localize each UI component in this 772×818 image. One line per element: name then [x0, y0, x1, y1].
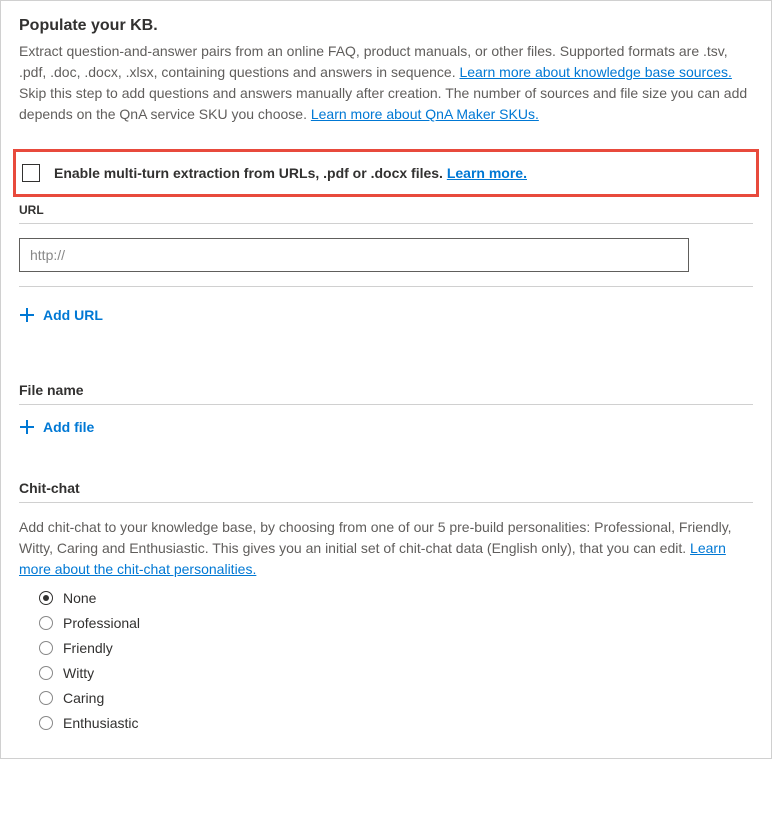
learn-more-multiturn-link[interactable]: Learn more. [447, 165, 527, 181]
add-url-label: Add URL [43, 307, 103, 323]
enable-multiturn-label: Enable multi-turn extraction from URLs, … [54, 165, 527, 181]
panel-description: Extract question-and-answer pairs from a… [19, 41, 753, 125]
radio-button[interactable] [39, 666, 53, 680]
learn-more-sources-link[interactable]: Learn more about knowledge base sources. [459, 64, 731, 80]
add-file-label: Add file [43, 419, 94, 435]
url-section-label: URL [19, 203, 753, 217]
radio-button[interactable] [39, 591, 53, 605]
add-file-button[interactable]: Add file [19, 419, 94, 435]
radio-label: None [63, 590, 96, 606]
chitchat-radio-item[interactable]: Witty [39, 665, 753, 681]
chitchat-divider [19, 502, 753, 503]
chitchat-description: Add chit-chat to your knowledge base, by… [19, 517, 753, 580]
radio-button[interactable] [39, 616, 53, 630]
radio-button[interactable] [39, 641, 53, 655]
learn-more-skus-link[interactable]: Learn more about QnA Maker SKUs. [311, 106, 539, 122]
chitchat-radio-list: None Professional Friendly Witty Caring Enthu… [19, 590, 753, 731]
radio-dot-icon [43, 595, 49, 601]
enable-multiturn-checkbox[interactable] [22, 164, 40, 182]
chitchat-radio-item[interactable]: None [39, 590, 753, 606]
plus-icon [19, 307, 35, 323]
radio-label: Witty [63, 665, 94, 681]
radio-button[interactable] [39, 691, 53, 705]
radio-label: Enthusiastic [63, 715, 138, 731]
chitchat-radio-item[interactable]: Friendly [39, 640, 753, 656]
url-section-divider [19, 223, 753, 224]
multiturn-highlight-box: Enable multi-turn extraction from URLs, … [13, 149, 759, 197]
enable-multiturn-text: Enable multi-turn extraction from URLs, … [54, 165, 447, 181]
chitchat-section: Chit-chat Add chit-chat to your knowledg… [19, 480, 753, 731]
radio-label: Professional [63, 615, 140, 631]
file-section-divider [19, 404, 753, 405]
chitchat-radio-item[interactable]: Caring [39, 690, 753, 706]
url-row-divider [19, 286, 753, 287]
chitchat-heading: Chit-chat [19, 480, 753, 496]
file-section-label: File name [19, 382, 753, 398]
add-url-button[interactable]: Add URL [19, 307, 103, 323]
radio-button[interactable] [39, 716, 53, 730]
chitchat-radio-item[interactable]: Enthusiastic [39, 715, 753, 731]
plus-icon [19, 419, 35, 435]
populate-kb-panel: Populate your KB. Extract question-and-a… [0, 0, 772, 759]
chitchat-radio-item[interactable]: Professional [39, 615, 753, 631]
panel-heading: Populate your KB. [19, 17, 753, 35]
chitchat-desc-text: Add chit-chat to your knowledge base, by… [19, 519, 732, 556]
url-input[interactable] [19, 238, 689, 272]
radio-label: Friendly [63, 640, 113, 656]
radio-label: Caring [63, 690, 104, 706]
